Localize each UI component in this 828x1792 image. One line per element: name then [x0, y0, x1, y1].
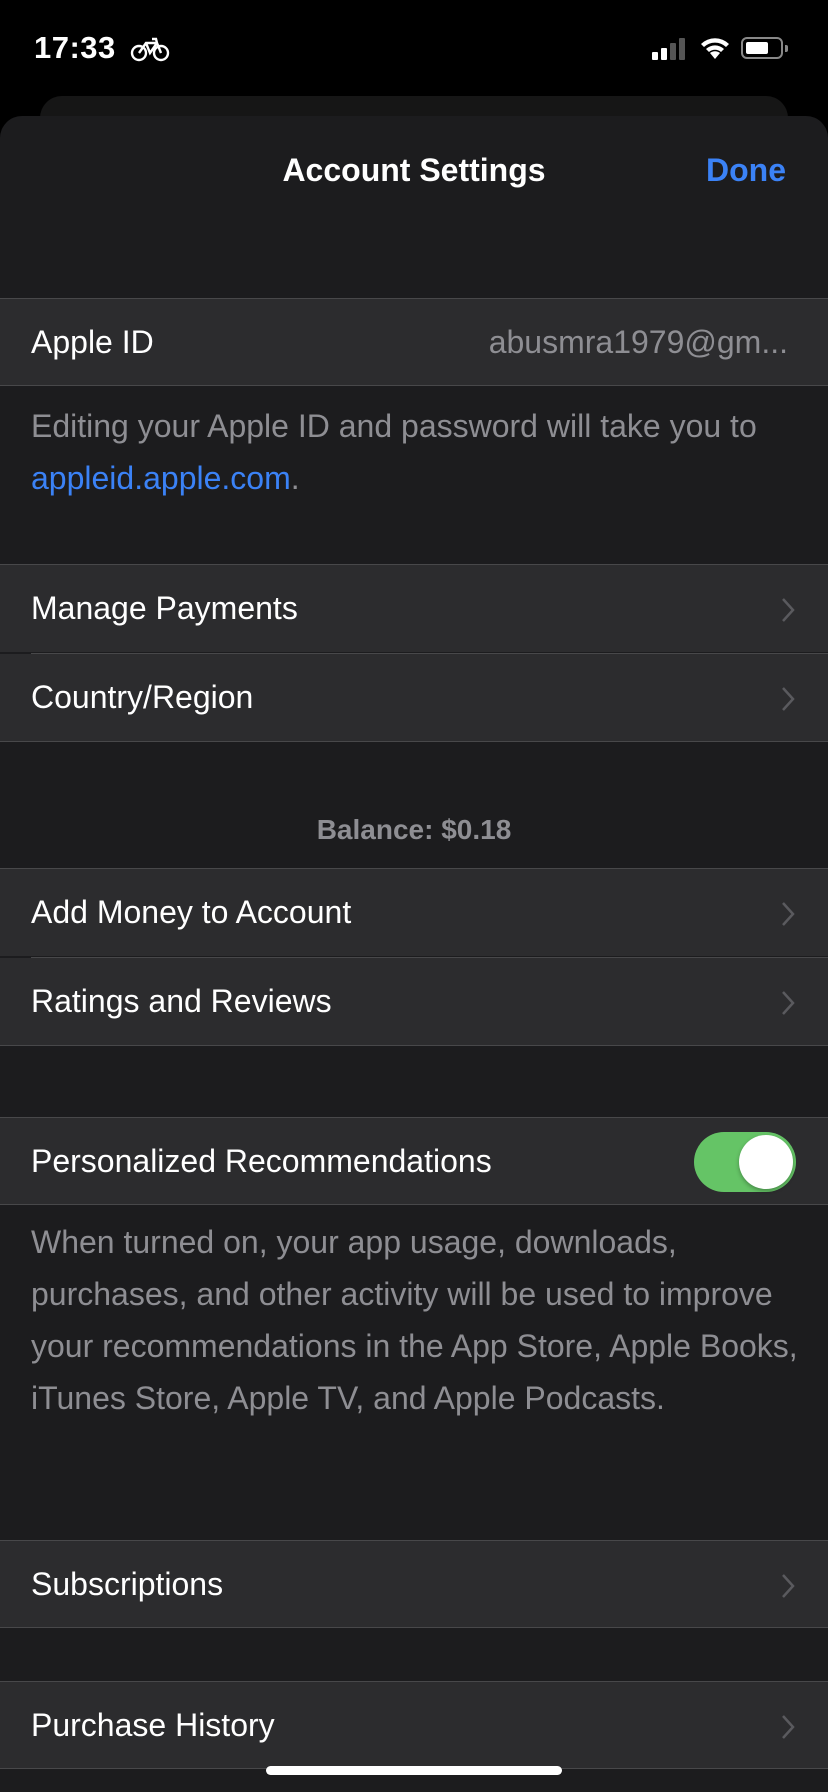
apple-id-label: Apple ID — [31, 323, 154, 360]
chevron-right-icon — [781, 901, 795, 932]
country-region-label: Country/Region — [31, 679, 254, 715]
subscriptions-row[interactable]: Subscriptions — [0, 1540, 828, 1628]
chevron-right-icon — [781, 1714, 795, 1745]
chevron-right-icon — [781, 990, 795, 1021]
subscriptions-label: Subscriptions — [31, 1565, 224, 1602]
chevron-right-icon — [781, 686, 795, 717]
home-indicator[interactable] — [266, 1766, 562, 1775]
page-title: Account Settings — [282, 152, 546, 188]
battery-icon — [741, 37, 788, 59]
toggle-knob — [739, 1135, 793, 1189]
ratings-reviews-row[interactable]: Ratings and Reviews — [0, 958, 828, 1046]
apple-id-value: abusmra1979@gm... — [488, 323, 788, 360]
add-money-row[interactable]: Add Money to Account — [0, 868, 828, 956]
appleid-link[interactable]: appleid.apple.com — [31, 460, 291, 496]
personalized-footer: When turned on, your app usage, download… — [31, 1224, 798, 1416]
chevron-right-icon — [781, 597, 795, 628]
status-time: 17:33 — [34, 30, 116, 65]
ratings-reviews-label: Ratings and Reviews — [31, 983, 332, 1019]
done-button[interactable]: Done — [706, 152, 786, 189]
chevron-right-icon — [781, 1573, 795, 1604]
add-money-label: Add Money to Account — [31, 894, 352, 930]
status-bar: 17:33 — [0, 0, 828, 100]
manage-payments-label: Manage Payments — [31, 590, 298, 626]
footer-text: Editing your Apple ID and password will … — [31, 408, 757, 444]
country-region-row[interactable]: Country/Region — [0, 654, 828, 742]
footer-period: . — [290, 460, 300, 496]
apple-id-row[interactable]: Apple ID abusmra1979@gm... — [0, 298, 828, 386]
cellular-signal-icon — [652, 38, 685, 60]
apple-id-footer: Editing your Apple ID and password will … — [31, 400, 801, 504]
bicycle-icon — [130, 36, 170, 67]
balance-label: Balance: $0.18 — [316, 814, 512, 845]
personalized-recommendations-label: Personalized Recommendations — [31, 1142, 492, 1179]
wifi-icon — [700, 36, 730, 65]
account-settings-sheet: Account Settings Done Apple ID abusmra19… — [0, 116, 828, 1792]
manage-payments-row[interactable]: Manage Payments — [0, 564, 828, 652]
purchase-history-label: Purchase History — [31, 1706, 275, 1743]
purchase-history-row[interactable]: Purchase History — [0, 1681, 828, 1769]
personalized-recommendations-row: Personalized Recommendations — [0, 1117, 828, 1205]
personalized-recommendations-toggle[interactable] — [694, 1132, 796, 1192]
